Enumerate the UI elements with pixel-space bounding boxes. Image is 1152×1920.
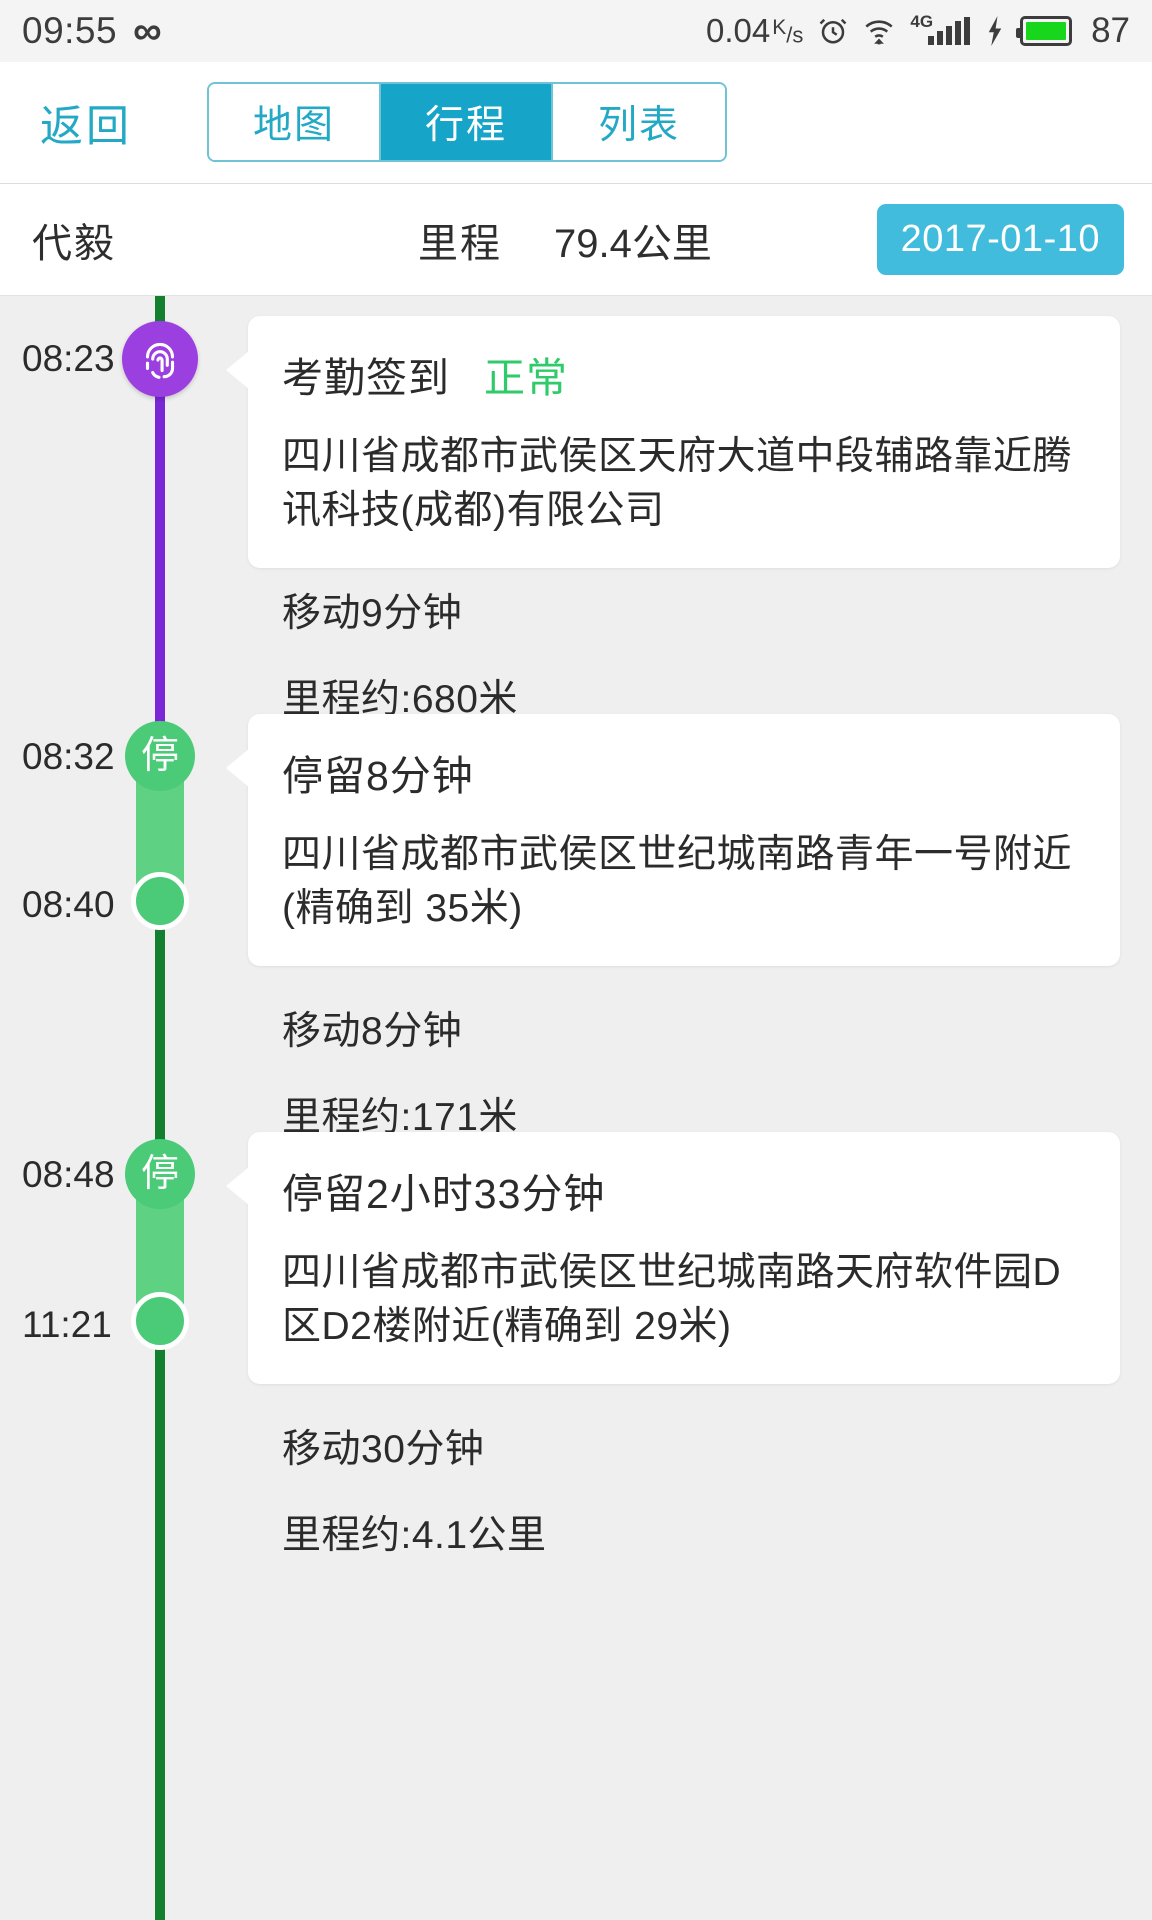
track-segment-green-2 (155, 1340, 165, 1920)
network-type-label: 4G (910, 12, 933, 32)
view-mode-tabs: 地图 行程 列表 (207, 82, 727, 162)
move-block-2: 移动8分钟 里程约:171米 (282, 1000, 518, 1142)
event-card-stop2[interactable]: 停留2小时33分钟 四川省成都市武侯区世纪城南路天府软件园D区D2楼附近(精确到… (248, 1132, 1120, 1384)
network-speed: 0.04 K/s (706, 12, 803, 50)
track-segment-green-1 (155, 912, 165, 1162)
tab-list[interactable]: 列表 (553, 84, 725, 160)
status-icons: 0.04 K/s 4G 87 (706, 11, 1130, 51)
stop-marker-label-2: 停 (141, 1155, 179, 1193)
infinity-icon: ∞ (133, 11, 162, 51)
mileage-value: 79.4公里 (554, 211, 712, 269)
move-duration-1: 移动9分钟 (282, 582, 518, 638)
stop2-title: 停留2小时33分钟 (282, 1160, 1086, 1220)
move-block-1: 移动9分钟 里程约:680米 (282, 582, 518, 724)
stop-end-marker-1[interactable] (131, 872, 189, 930)
stop-marker-label-1: 停 (141, 737, 179, 775)
checkin-title: 考勤签到 (282, 355, 450, 401)
person-name: 代毅 (32, 211, 116, 269)
tab-trip[interactable]: 行程 (381, 84, 553, 160)
stop2-address: 四川省成都市武侯区世纪城南路天府软件园D区D2楼附近(精确到 29米) (282, 1246, 1086, 1354)
mileage-label: 里程 (418, 211, 502, 269)
event-time-stop2-end: 11:21 (22, 1304, 142, 1346)
status-time: 09:55 (22, 10, 117, 52)
timeline[interactable]: 08:23 考勤签到正常 四川省成都市武侯区天府大道中段辅路靠近腾讯科技(成都)… (0, 296, 1152, 1920)
network-speed-unit-num: K (772, 16, 786, 39)
stop1-title: 停留8分钟 (282, 742, 1086, 802)
event-time-stop2-start: 08:48 (22, 1154, 142, 1196)
move-duration-2: 移动8分钟 (282, 1000, 518, 1056)
date-picker-badge[interactable]: 2017-01-10 (877, 204, 1124, 275)
move-duration-3: 移动30分钟 (282, 1418, 547, 1474)
network-speed-value: 0.04 (706, 12, 770, 50)
wifi-icon (863, 17, 895, 45)
fingerprint-icon[interactable] (122, 321, 198, 397)
back-button[interactable]: 返回 (40, 92, 132, 154)
card-title-row: 考勤签到正常 (282, 344, 1086, 404)
checkin-address: 四川省成都市武侯区天府大道中段辅路靠近腾讯科技(成都)有限公司 (282, 430, 1086, 538)
status-bar: 09:55 ∞ 0.04 K/s 4G 87 (0, 0, 1152, 62)
alarm-clock-icon (818, 16, 848, 46)
stop-end-marker-2[interactable] (131, 1292, 189, 1350)
event-time-stop1-start: 08:32 (22, 736, 142, 778)
event-card-checkin[interactable]: 考勤签到正常 四川省成都市武侯区天府大道中段辅路靠近腾讯科技(成都)有限公司 (248, 316, 1120, 568)
network-speed-unit: K/s (772, 16, 803, 48)
battery-icon (1020, 16, 1072, 46)
stop1-address: 四川省成都市武侯区世纪城南路青年一号附近(精确到 35米) (282, 828, 1086, 936)
app-header: 返回 地图 行程 列表 (0, 62, 1152, 184)
tab-map[interactable]: 地图 (209, 84, 381, 160)
event-card-stop1[interactable]: 停留8分钟 四川省成都市武侯区世纪城南路青年一号附近(精确到 35米) (248, 714, 1120, 966)
event-time-stop1-end: 08:40 (22, 884, 142, 926)
move-distance-3: 里程约:4.1公里 (282, 1504, 547, 1560)
stop-marker-1[interactable]: 停 (125, 721, 195, 791)
stop-marker-2[interactable]: 停 (125, 1139, 195, 1209)
battery-level: 87 (1091, 11, 1130, 51)
move-block-3: 移动30分钟 里程约:4.1公里 (282, 1418, 547, 1560)
status-badge: 正常 (484, 355, 568, 401)
network-speed-unit-den: s (792, 22, 803, 47)
trip-summary-bar: 代毅 里程 79.4公里 2017-01-10 (0, 184, 1152, 296)
signal-bars (928, 17, 970, 45)
signal-bars-icon: 4G (910, 17, 970, 45)
mileage-group: 里程 79.4公里 (418, 211, 712, 269)
charging-bolt-icon (985, 16, 1005, 46)
